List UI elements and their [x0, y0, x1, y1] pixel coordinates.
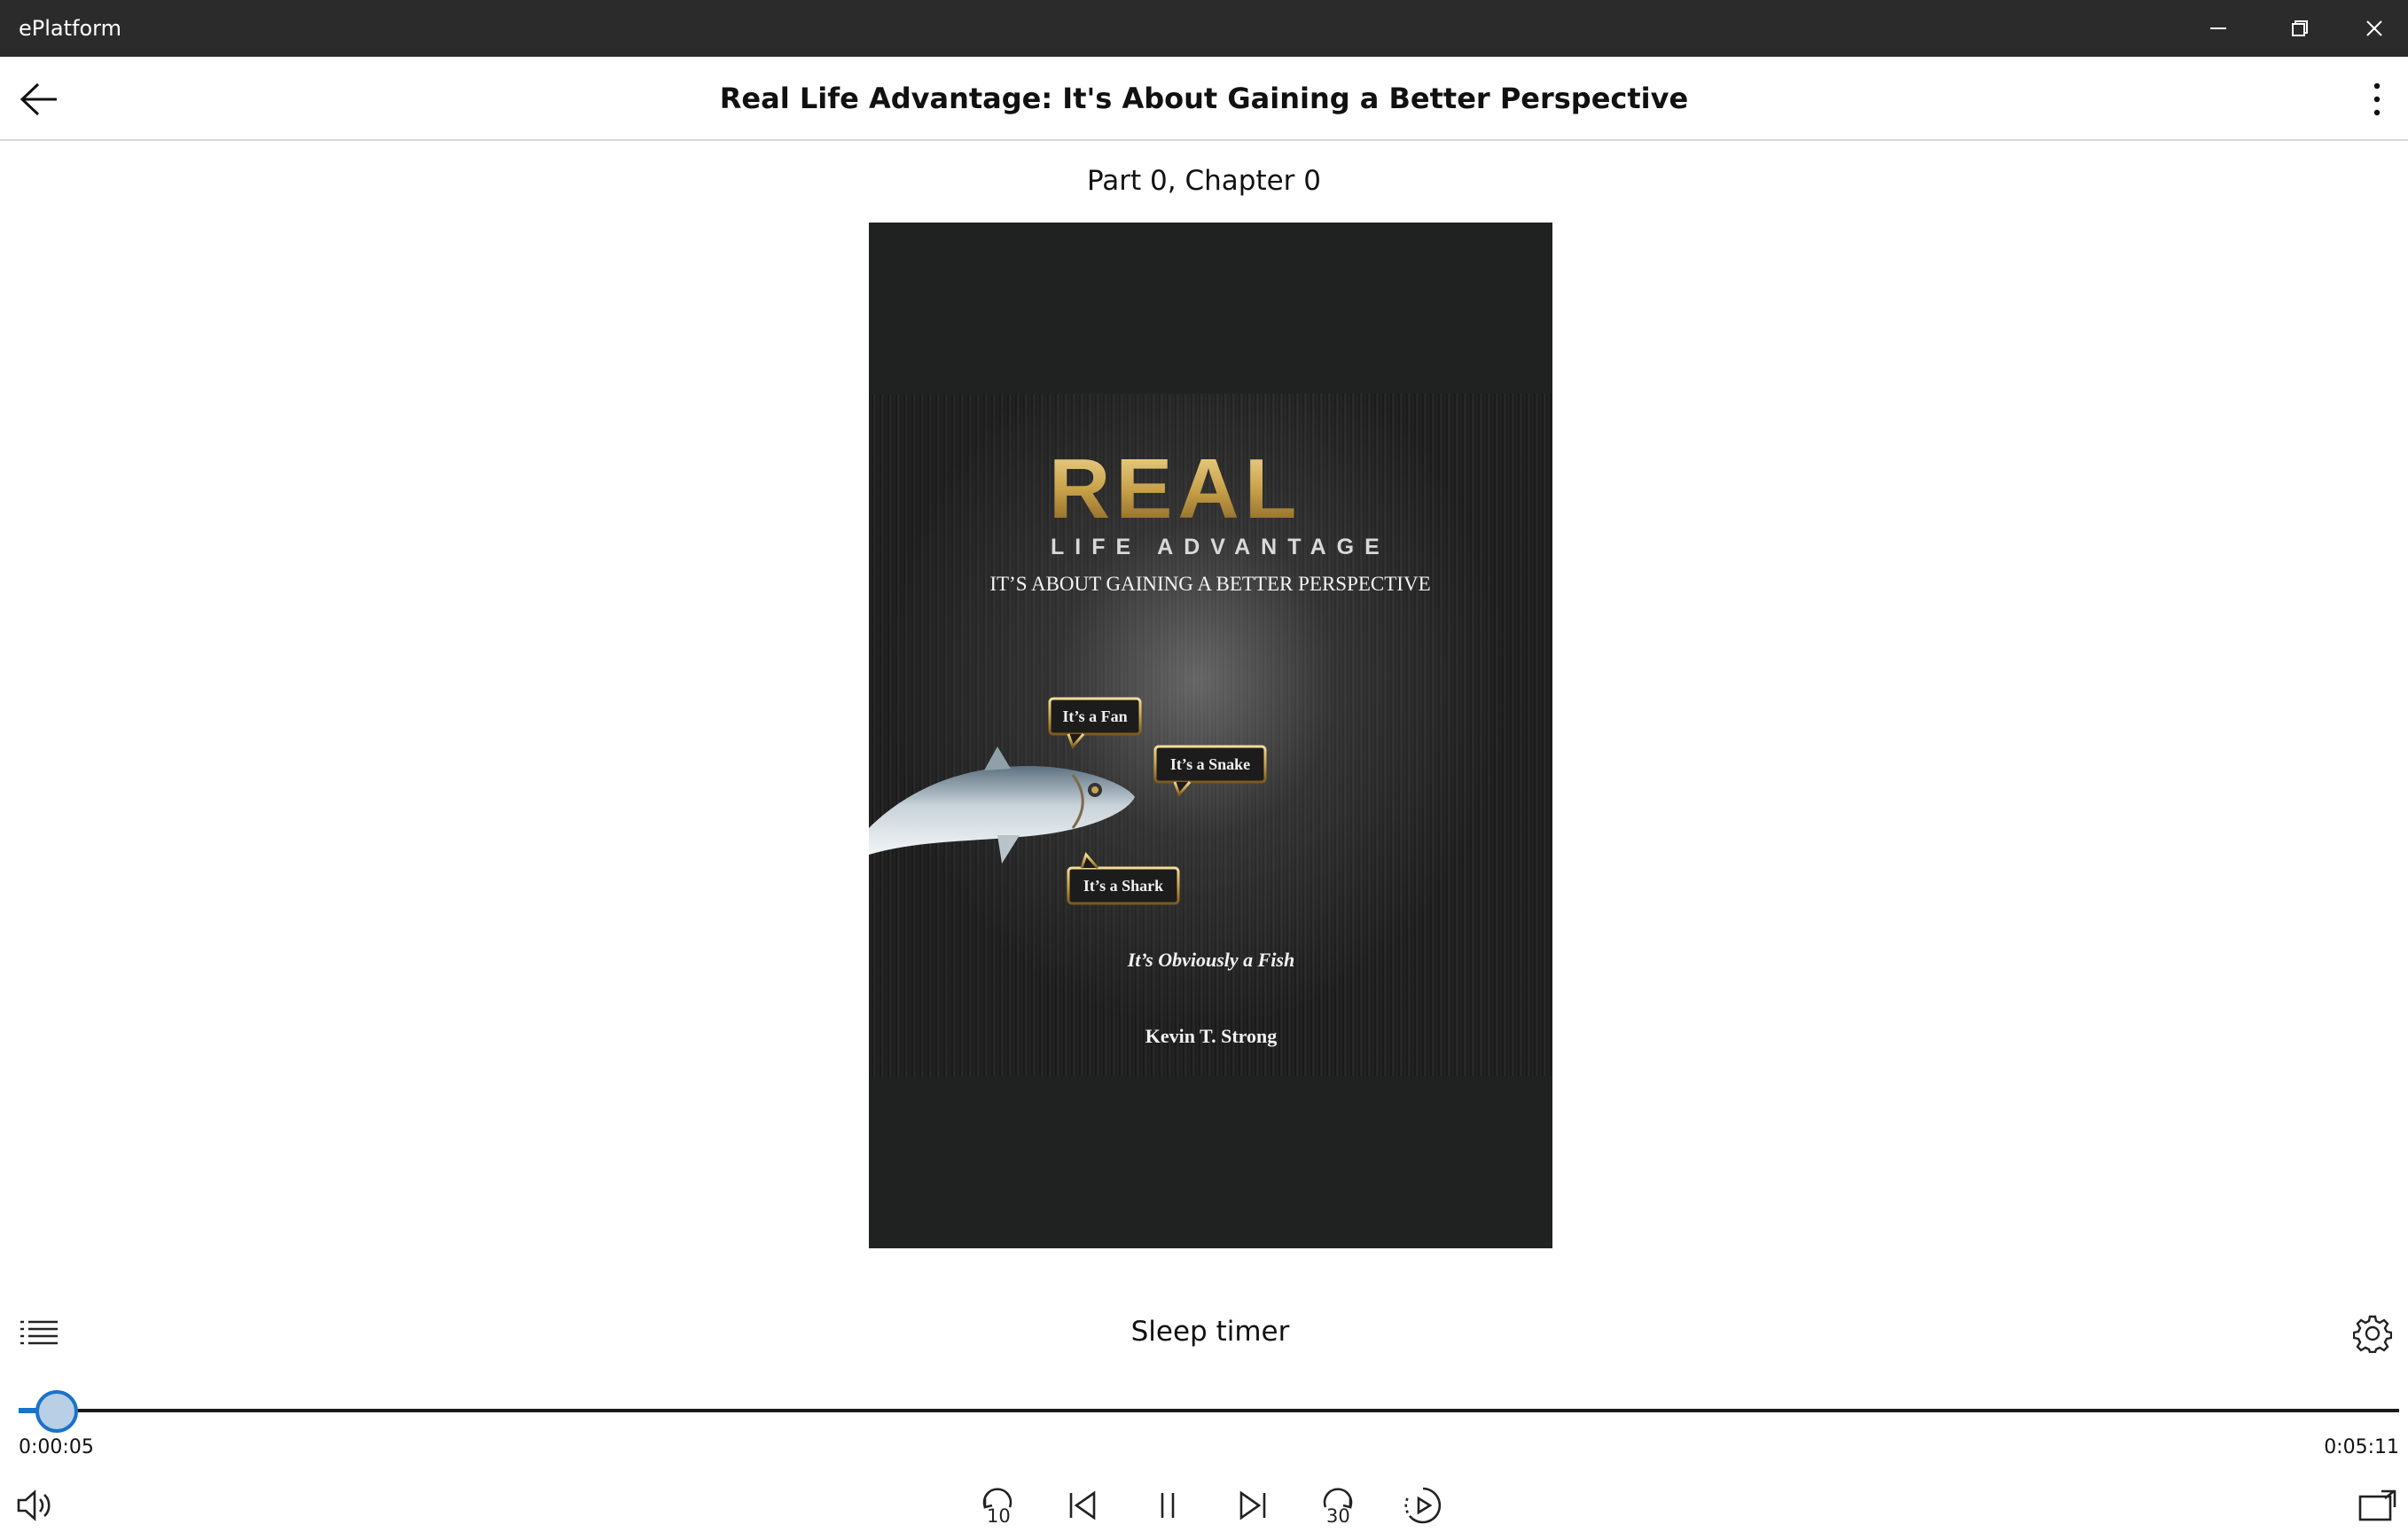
- player-header: Real Life Advantage: It's About Gaining …: [0, 57, 2408, 141]
- pause-icon: [1161, 1493, 1175, 1518]
- minimize-icon: [2210, 27, 2226, 29]
- chapter-label: Part 0, Chapter 0: [1087, 165, 1321, 197]
- bubble-shark: It’s a Shark: [1067, 852, 1180, 905]
- cover-logo-word: REAL: [1049, 442, 1302, 536]
- book-title: Real Life Advantage: It's About Gaining …: [719, 82, 1689, 115]
- close-button[interactable]: [2341, 0, 2408, 57]
- cover-logo-sub: LIFE ADVANTAGE: [1051, 535, 1390, 559]
- bubble-snake-text: It’s a Snake: [1170, 755, 1250, 773]
- app-name: ePlatform: [19, 16, 121, 41]
- playback-speed-button[interactable]: [1396, 1479, 1450, 1532]
- seek-bar[interactable]: [19, 1409, 2399, 1412]
- back-button[interactable]: [12, 73, 66, 126]
- close-icon: [2366, 20, 2382, 36]
- more-options-button[interactable]: [2355, 73, 2399, 126]
- sleep-timer-button[interactable]: Sleep timer: [1082, 1316, 1339, 1348]
- cover-subtitle: IT’S ABOUT GAINING A BETTER PERSPECTIVE: [989, 573, 1430, 595]
- playback-speed-icon: [1404, 1487, 1442, 1524]
- volume-button[interactable]: [9, 1479, 62, 1532]
- bubble-fan: It’s a Fan: [1048, 697, 1142, 749]
- rewind-seconds: 10: [987, 1505, 1011, 1527]
- minimize-button[interactable]: [2177, 0, 2259, 57]
- forward-seconds: 30: [1326, 1505, 1350, 1527]
- bubble-shark-text: It’s a Shark: [1083, 877, 1163, 895]
- list-icon: [20, 1320, 58, 1345]
- fish-illustration: [869, 747, 1135, 864]
- cover-tagline: It’s Obviously a Fish: [1127, 949, 1294, 971]
- restore-icon: [2292, 20, 2308, 36]
- cover-author: Kevin T. Strong: [1145, 1025, 1278, 1047]
- more-vertical-icon: [2373, 82, 2381, 116]
- gear-icon: [2353, 1315, 2392, 1353]
- previous-chapter-button[interactable]: [1056, 1479, 1109, 1532]
- table-of-contents-button[interactable]: [14, 1313, 64, 1352]
- window-titlebar: ePlatform: [0, 0, 2408, 57]
- cast-icon: [2358, 1489, 2396, 1521]
- book-cover: REAL LIFE ADVANTAGE IT’S ABOUT GAINING A…: [869, 223, 1552, 1248]
- elapsed-time: 0:00:05: [19, 1436, 94, 1458]
- restore-button[interactable]: [2259, 0, 2341, 57]
- seek-thumb[interactable]: [35, 1390, 78, 1433]
- total-time: 0:05:11: [2324, 1436, 2399, 1458]
- bubble-fan-text: It’s a Fan: [1062, 707, 1127, 725]
- skip-previous-icon: [1069, 1490, 1096, 1520]
- settings-button[interactable]: [2349, 1310, 2396, 1356]
- back-arrow-icon: [20, 82, 57, 116]
- skip-next-icon: [1239, 1490, 1266, 1520]
- rewind-10-button[interactable]: 10: [971, 1479, 1024, 1532]
- forward-30-button[interactable]: 30: [1311, 1479, 1364, 1532]
- cast-button[interactable]: [2351, 1479, 2404, 1532]
- cover-artwork: REAL LIFE ADVANTAGE IT’S ABOUT GAINING A…: [869, 394, 1552, 1076]
- bubble-snake: It’s a Snake: [1153, 745, 1267, 797]
- pause-button[interactable]: [1141, 1479, 1194, 1532]
- volume-icon: [17, 1489, 51, 1521]
- next-chapter-button[interactable]: [1226, 1479, 1279, 1532]
